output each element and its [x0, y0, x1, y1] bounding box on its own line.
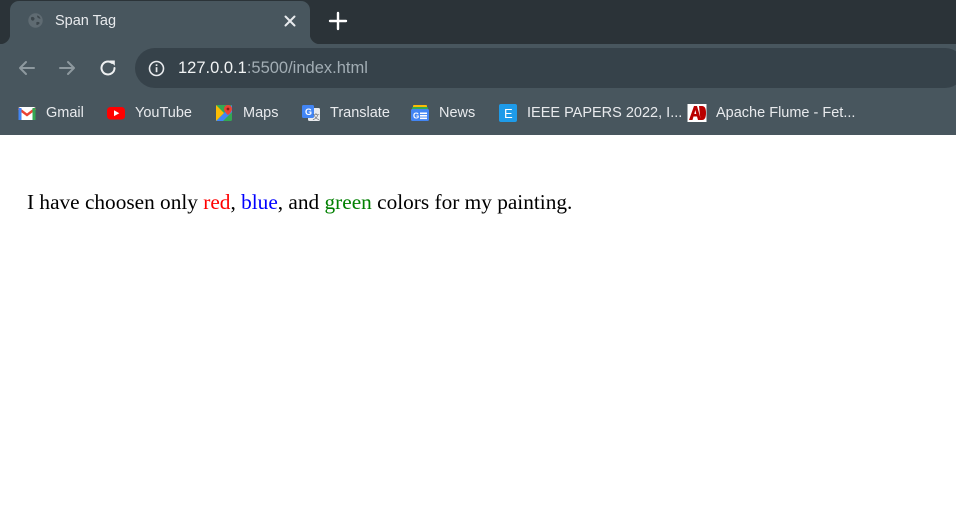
- bookmarks-bar: Gmail YouTube Maps G 文 Translate G News …: [0, 92, 956, 135]
- text-segment: colors for my painting.: [371, 190, 573, 214]
- url-host: 127.0.0.1: [178, 59, 247, 77]
- bookmark-label: Maps: [243, 105, 279, 121]
- url-text[interactable]: 127.0.0.1:5500/index.html: [178, 59, 368, 78]
- news-icon: G: [411, 105, 429, 121]
- apache-flume-icon: [687, 104, 707, 122]
- bookmark-apache-flume[interactable]: Apache Flume - Fet...: [687, 102, 855, 124]
- tab-strip: Span Tag: [0, 0, 956, 44]
- bookmark-news[interactable]: G News: [410, 102, 475, 124]
- ieee-icon: E: [499, 104, 517, 122]
- text-segment: I have choosen only: [27, 190, 204, 214]
- span-blue: blue: [241, 190, 278, 214]
- page-content: I have choosen only red, blue, and green…: [0, 135, 956, 518]
- bookmark-label: IEEE PAPERS 2022, I...: [527, 105, 683, 121]
- span-red: red: [203, 190, 231, 214]
- address-bar[interactable]: 127.0.0.1:5500/index.html: [135, 48, 956, 88]
- bookmark-label: News: [439, 105, 476, 121]
- text-segment: ,: [230, 190, 242, 214]
- youtube-icon: [107, 107, 125, 120]
- forward-arrow-icon[interactable]: [56, 57, 78, 79]
- globe-icon: [28, 13, 43, 28]
- text-segment: , and: [277, 190, 325, 214]
- bookmark-maps[interactable]: Maps: [214, 102, 278, 124]
- bookmark-label: Apache Flume - Fet...: [716, 105, 856, 121]
- svg-text:文: 文: [313, 112, 320, 121]
- info-icon[interactable]: [148, 60, 165, 77]
- tab-title: Span Tag: [55, 13, 117, 29]
- svg-text:G: G: [305, 107, 312, 117]
- bookmark-label: YouTube: [135, 105, 192, 121]
- maps-icon: [216, 105, 232, 121]
- paragraph: I have choosen only red, blue, and green…: [27, 190, 572, 215]
- back-arrow-icon[interactable]: [16, 57, 38, 79]
- bookmark-translate[interactable]: G 文 Translate: [301, 102, 390, 124]
- svg-text:G: G: [413, 112, 419, 121]
- bookmark-youtube[interactable]: YouTube: [106, 102, 192, 124]
- gmail-icon: [17, 107, 37, 120]
- close-icon[interactable]: [281, 12, 299, 30]
- bookmark-gmail[interactable]: Gmail: [17, 102, 84, 124]
- bookmark-ieee-papers[interactable]: E IEEE PAPERS 2022, I...: [498, 102, 682, 124]
- bookmark-label: Translate: [330, 105, 390, 121]
- bookmark-label: Gmail: [46, 105, 84, 121]
- svg-text:E: E: [504, 106, 513, 121]
- translate-icon: G 文: [302, 105, 320, 121]
- tab-span-tag[interactable]: Span Tag: [0, 1, 320, 44]
- url-path: :5500/index.html: [246, 59, 368, 77]
- span-green: green: [324, 190, 372, 214]
- new-tab-icon[interactable]: [327, 10, 349, 32]
- browser-toolbar: 127.0.0.1:5500/index.html: [0, 44, 956, 92]
- reload-icon[interactable]: [97, 57, 119, 79]
